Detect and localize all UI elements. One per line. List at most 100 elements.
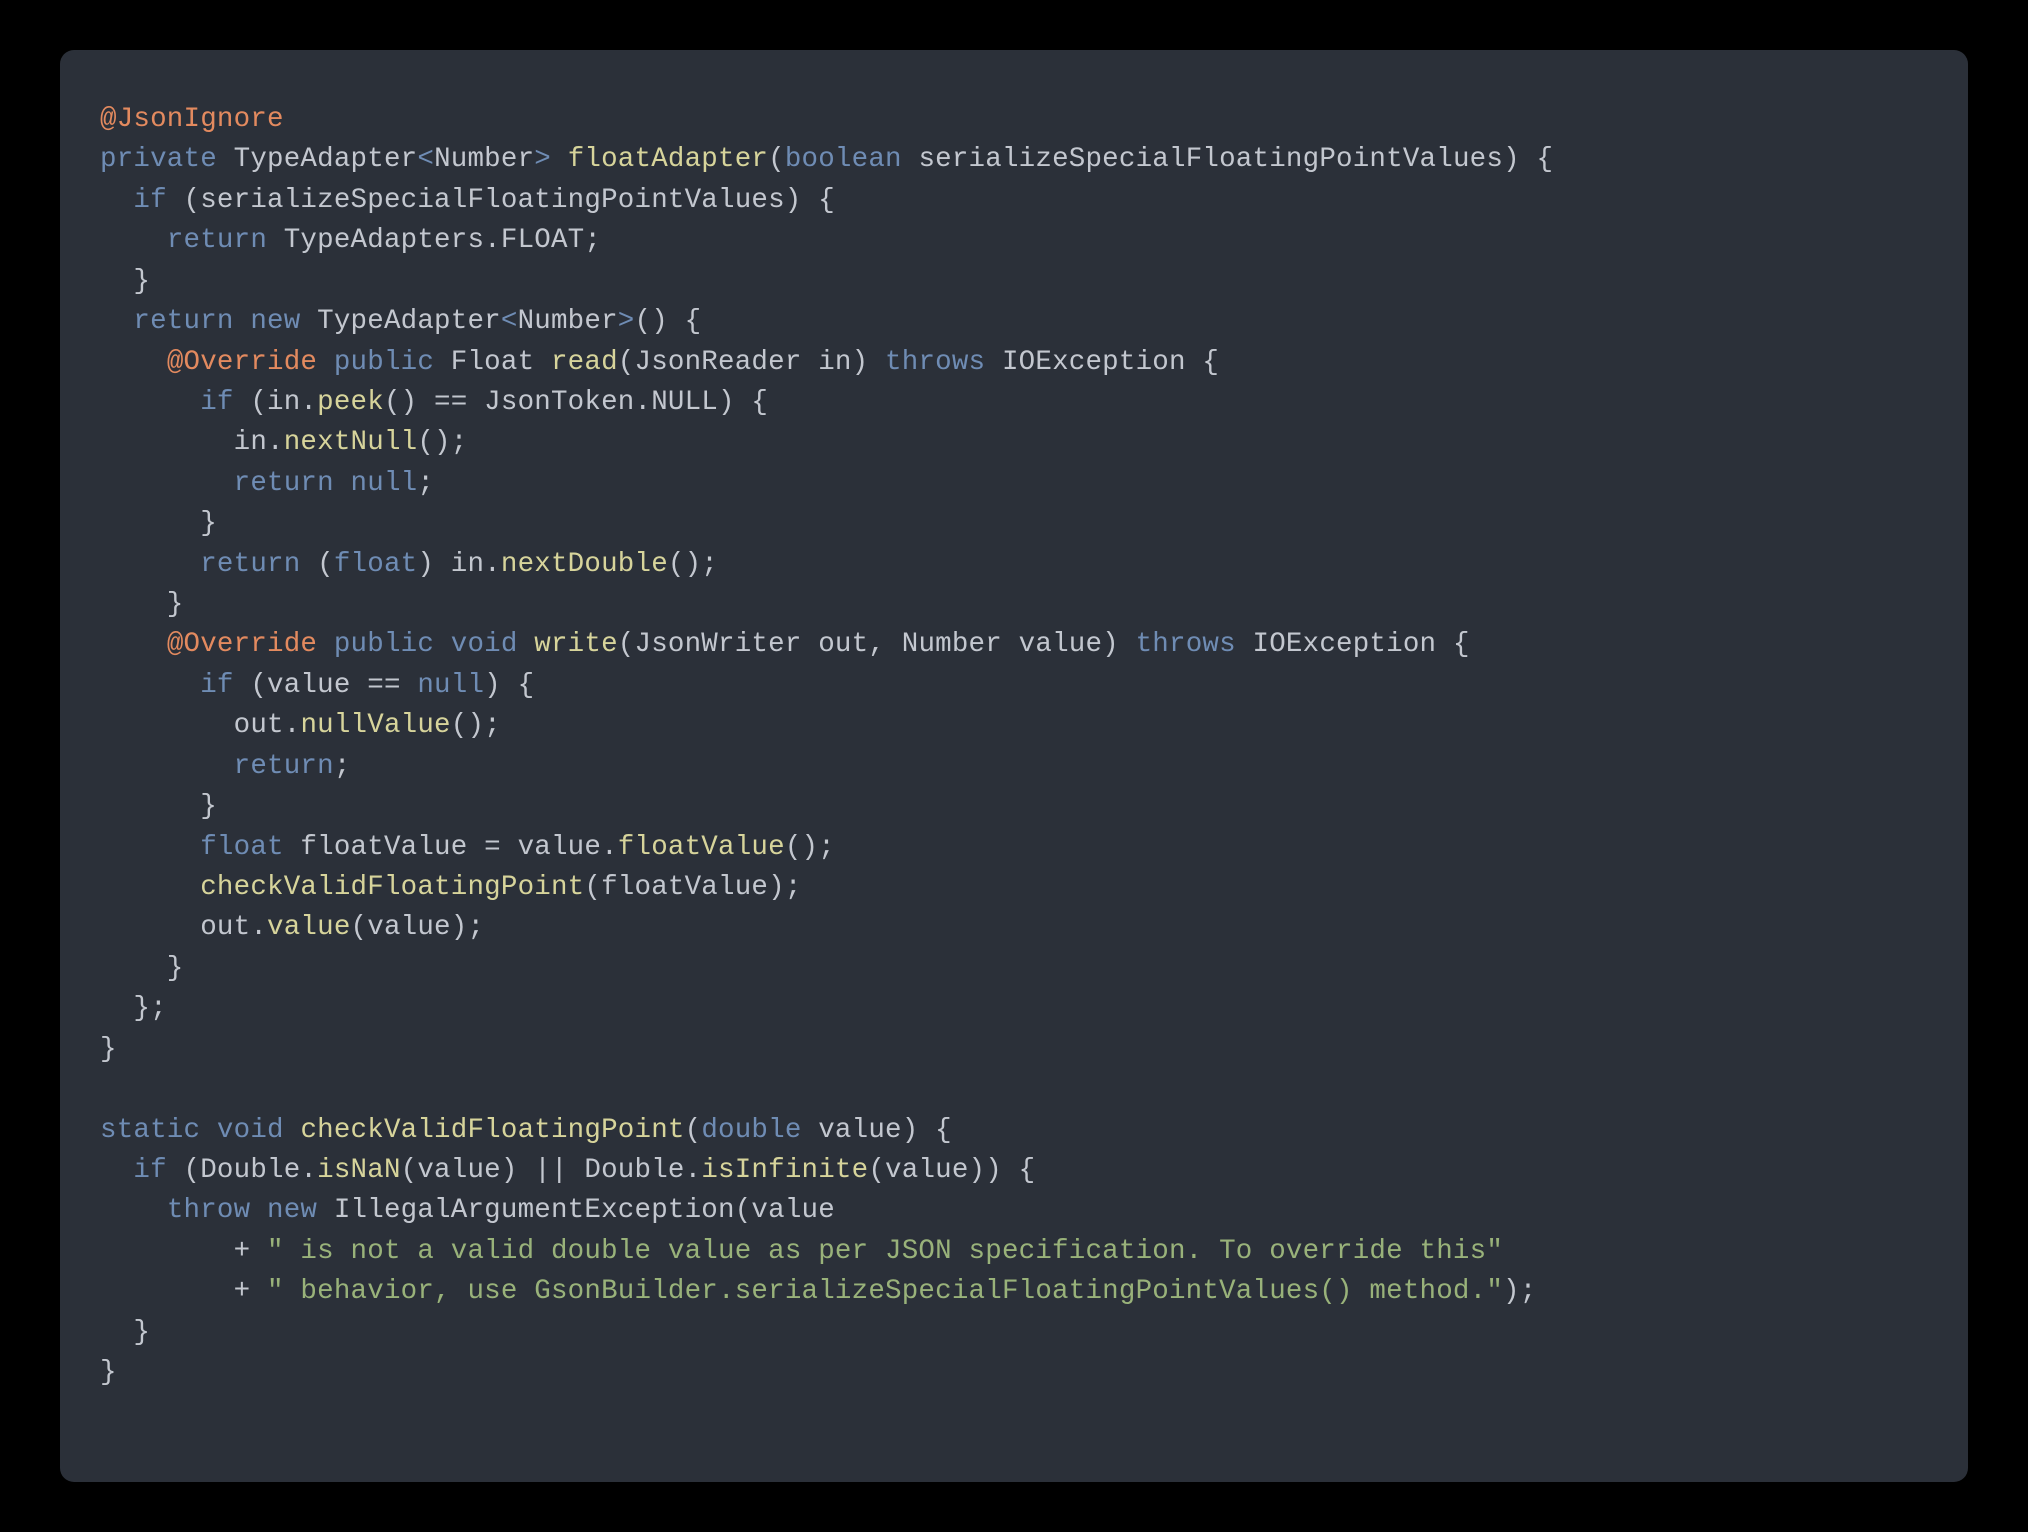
code-token xyxy=(250,1195,267,1226)
code-token: Float xyxy=(451,347,535,378)
code-token xyxy=(551,144,568,175)
code-token: ); xyxy=(1503,1276,1536,1307)
code-token: static xyxy=(100,1115,200,1146)
code-token: float xyxy=(334,549,418,580)
code-token: checkValidFloatingPoint xyxy=(200,872,584,903)
code-token: (value) || Double. xyxy=(401,1155,702,1186)
code-token: floatValue = value. xyxy=(284,832,618,863)
code-token xyxy=(284,1115,301,1146)
code-token: floatAdapter xyxy=(568,144,768,175)
code-token: Number xyxy=(518,306,618,337)
code-token: } xyxy=(100,266,150,297)
code-token xyxy=(100,751,234,782)
code-token: (); xyxy=(451,710,501,741)
code-token: + xyxy=(100,1236,267,1267)
code-token xyxy=(100,347,167,378)
code-token: } xyxy=(100,589,184,620)
code-token: float xyxy=(200,832,284,863)
code-token: ) { xyxy=(1503,144,1553,175)
code-token: throws xyxy=(885,347,985,378)
code-token: IOException { xyxy=(1236,629,1470,660)
code-token: throw xyxy=(167,1195,251,1226)
code-token xyxy=(100,225,167,256)
code-token xyxy=(902,144,919,175)
code-token: return xyxy=(133,306,233,337)
code-token xyxy=(100,185,133,216)
code-token: throws xyxy=(1136,629,1236,660)
code-token xyxy=(200,1115,217,1146)
code-token: IllegalArgumentException xyxy=(334,1195,735,1226)
code-token: } xyxy=(100,508,217,539)
code-token: (value); xyxy=(351,912,485,943)
code-token: in. xyxy=(100,427,284,458)
code-token: nextNull xyxy=(284,427,418,458)
code-token xyxy=(100,872,200,903)
code-token: (value xyxy=(735,1195,835,1226)
code-token: (); xyxy=(785,832,835,863)
code-token: return xyxy=(167,225,267,256)
code-token: ) in. xyxy=(417,549,501,580)
code-token: (); xyxy=(668,549,718,580)
code-token: ; xyxy=(417,468,434,499)
code-token: ( xyxy=(768,144,785,175)
code-token: out. xyxy=(100,710,300,741)
code-token: public xyxy=(334,629,434,660)
code-token: () == JsonToken.NULL) { xyxy=(384,387,768,418)
code-token: checkValidFloatingPoint xyxy=(300,1115,684,1146)
code-token: void xyxy=(451,629,518,660)
code-token: } xyxy=(100,1317,150,1348)
code-token: () { xyxy=(635,306,702,337)
code-token: (serializeSpecialFloatingPointValues) { xyxy=(167,185,835,216)
code-token: ( xyxy=(685,1115,702,1146)
code-token: + xyxy=(100,1276,267,1307)
code-token: " is not a valid double value as per JSO… xyxy=(267,1236,1503,1267)
code-token: null xyxy=(417,670,484,701)
code-token: return xyxy=(200,549,300,580)
code-token: if xyxy=(133,185,166,216)
code-token: > xyxy=(534,144,551,175)
code-token xyxy=(317,629,334,660)
code-block: @JsonIgnore private TypeAdapter<Number> … xyxy=(100,100,1928,1394)
code-token: new xyxy=(250,306,300,337)
code-token: TypeAdapters.FLOAT; xyxy=(267,225,601,256)
code-panel: @JsonIgnore private TypeAdapter<Number> … xyxy=(60,50,1968,1482)
code-token: if xyxy=(200,670,233,701)
code-token: @Override xyxy=(167,347,317,378)
code-token: } xyxy=(100,1357,117,1388)
code-token: write xyxy=(534,629,618,660)
code-token: (JsonReader in) xyxy=(618,347,885,378)
code-token: (floatValue); xyxy=(584,872,801,903)
code-token xyxy=(100,1195,167,1226)
code-token xyxy=(317,347,334,378)
code-token: public xyxy=(334,347,434,378)
code-token: }; xyxy=(100,993,167,1024)
code-token: null xyxy=(351,468,418,499)
code-token: (in. xyxy=(234,387,318,418)
code-token: floatValue xyxy=(618,832,785,863)
code-token: isInfinite xyxy=(701,1155,868,1186)
code-token: private xyxy=(100,144,217,175)
code-token xyxy=(317,1195,334,1226)
code-token: TypeAdapter xyxy=(317,306,501,337)
code-token: read xyxy=(551,347,618,378)
code-token: if xyxy=(200,387,233,418)
code-token xyxy=(434,629,451,660)
code-token: ; xyxy=(334,751,351,782)
code-token xyxy=(100,670,200,701)
code-token: < xyxy=(417,144,434,175)
code-token: (); xyxy=(417,427,467,458)
code-token xyxy=(300,306,317,337)
code-token: ( xyxy=(300,549,333,580)
code-token: boolean xyxy=(785,144,902,175)
code-token: nullValue xyxy=(300,710,450,741)
code-token: > xyxy=(618,306,635,337)
code-token xyxy=(100,468,234,499)
code-token: value) { xyxy=(802,1115,952,1146)
code-token: " behavior, use GsonBuilder.serializeSpe… xyxy=(267,1276,1503,1307)
code-token xyxy=(100,629,167,660)
code-token: @Override xyxy=(167,629,317,660)
code-token: isNaN xyxy=(317,1155,401,1186)
code-token: } xyxy=(100,953,184,984)
code-token xyxy=(100,549,200,580)
code-token xyxy=(100,387,200,418)
